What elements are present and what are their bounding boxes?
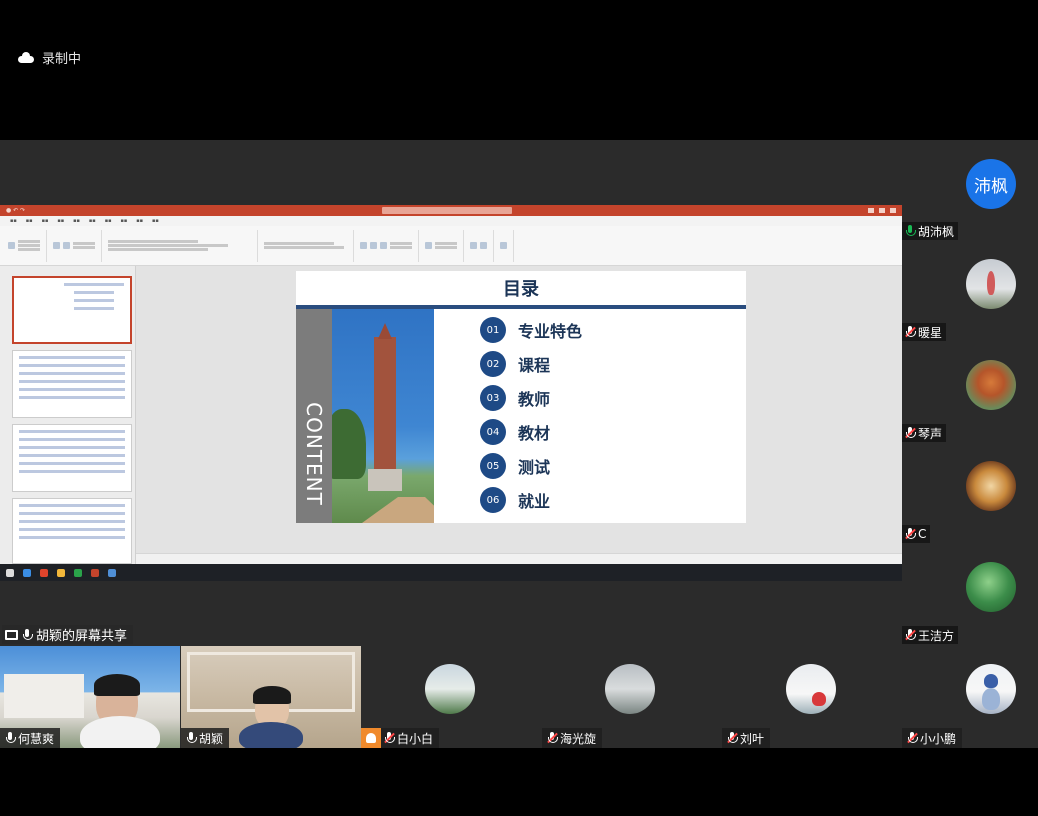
list-item: 03 教师 (480, 381, 582, 415)
avatar[interactable] (966, 360, 1016, 410)
powerpoint-quick-access[interactable]: ● ↶ ↷ (6, 207, 25, 214)
item-label: 教材 (518, 424, 551, 443)
slide-thumbnail-4[interactable] (12, 424, 132, 492)
powerpoint-window[interactable]: ● ↶ ↷ ▪▪ ▪▪ ▪▪ ▪▪ ▪▪ ▪▪ ▪▪ ▪▪ ▪▪ ▪▪ 目录 C… (0, 205, 902, 581)
participant-name-tag: 刘叶 (722, 728, 771, 748)
item-number-badge: 03 (480, 385, 506, 411)
avatar[interactable] (966, 562, 1016, 612)
slide-thumbnail-5[interactable] (12, 498, 132, 564)
item-label: 就业 (518, 492, 551, 511)
ribbon-toolbar[interactable] (0, 226, 902, 266)
cloud-icon (18, 52, 34, 63)
side-band: CONTENT (296, 309, 332, 523)
item-label: 教师 (518, 390, 551, 409)
participant-name-tag: C (902, 525, 931, 543)
mic-on-icon (906, 225, 916, 237)
user-icon (361, 728, 381, 748)
list-item: 04 教材 (480, 415, 582, 449)
participant-name-tag: 白小白 (361, 728, 440, 748)
item-number-badge: 04 (480, 419, 506, 445)
slide-editing-area[interactable]: 目录 CONTENT 01 专业特色 02 课程 03 教师 04 教材 05 … (136, 266, 902, 569)
app-icon[interactable] (40, 568, 48, 577)
slide-thumbnail-2[interactable] (12, 276, 132, 344)
content-vertical-text: CONTENT (302, 402, 326, 506)
item-label: 测试 (518, 458, 551, 477)
list-item: 01 专业特色 (480, 313, 582, 347)
mic-muted-icon (905, 528, 916, 540)
item-number-badge: 01 (480, 317, 506, 343)
participant-name-tag: 胡颖 (181, 728, 230, 748)
slide-title: 目录 (503, 279, 539, 300)
participant-name-tag: 王洁方 (902, 626, 959, 644)
mic-muted-icon (907, 732, 918, 744)
item-number-badge: 06 (480, 487, 506, 513)
mic-icon (23, 628, 33, 641)
app-icon[interactable] (57, 568, 65, 577)
start-icon[interactable] (6, 568, 14, 577)
participant-name-tag: 何慧爽 (0, 728, 61, 748)
clock-tower-photo (332, 309, 434, 523)
participant-name-tag: 海光旋 (542, 728, 603, 748)
slide-thumbnails-panel[interactable] (0, 266, 136, 569)
screen-share-icon (5, 629, 18, 640)
participant-name-tag: 小小鹏 (902, 728, 963, 748)
avatar[interactable] (786, 664, 836, 714)
meeting-window: 录制中 ● ↶ ↷ ▪▪▪▪▪▪▪▪▪▪▪▪▪▪▪▪▪▪▪▪ (0, 0, 1038, 816)
mic-muted-icon (384, 732, 395, 744)
mic-muted-icon (905, 427, 916, 439)
app-icon[interactable] (23, 568, 31, 577)
mic-muted-icon (727, 732, 738, 744)
windows-taskbar[interactable] (0, 564, 902, 581)
powerpoint-taskbar-icon[interactable] (91, 568, 99, 577)
window-controls[interactable] (867, 208, 896, 213)
recording-indicator[interactable]: 录制中 (18, 48, 81, 67)
list-item: 02 课程 (480, 347, 582, 381)
avatar[interactable] (966, 664, 1016, 714)
avatar[interactable] (966, 259, 1016, 309)
screen-share-label: 胡颖的屏幕共享 (2, 625, 134, 644)
item-label: 专业特色 (518, 322, 583, 341)
participant-name-tag: 琴声 (902, 424, 947, 442)
avatar[interactable] (605, 664, 655, 714)
avatar[interactable]: 沛枫 (966, 159, 1016, 209)
item-number-badge: 05 (480, 453, 506, 479)
recording-label: 录制中 (42, 52, 82, 67)
mic-muted-icon (905, 326, 916, 338)
app-icon[interactable] (74, 568, 82, 577)
list-item: 06 就业 (480, 483, 582, 517)
slide-thumbnail-3[interactable] (12, 350, 132, 418)
powerpoint-search-box[interactable] (381, 207, 512, 214)
item-number-badge: 02 (480, 351, 506, 377)
participant-name-tag: 胡沛枫 (902, 222, 959, 240)
current-slide: 目录 CONTENT 01 专业特色 02 课程 03 教师 04 教材 05 … (296, 271, 746, 523)
participant-name-tag: 暖星 (902, 323, 947, 341)
screen-share-text: 胡颖的屏幕共享 (36, 629, 128, 644)
mic-icon (6, 732, 16, 744)
contents-list: 01 专业特色 02 课程 03 教师 04 教材 05 测试 06 就业 (480, 313, 582, 517)
mic-muted-icon (905, 629, 916, 641)
ribbon-tabs[interactable]: ▪▪ ▪▪ ▪▪ ▪▪ ▪▪ ▪▪ ▪▪ ▪▪ ▪▪ ▪▪ (0, 216, 902, 226)
powerpoint-title-bar: ● ↶ ↷ (0, 205, 902, 216)
avatar[interactable] (425, 664, 475, 714)
list-item: 05 测试 (480, 449, 582, 483)
mic-icon (187, 732, 197, 744)
avatar[interactable] (966, 461, 1016, 511)
item-label: 课程 (518, 356, 551, 375)
app-icon[interactable] (108, 568, 116, 577)
mic-muted-icon (547, 732, 558, 744)
